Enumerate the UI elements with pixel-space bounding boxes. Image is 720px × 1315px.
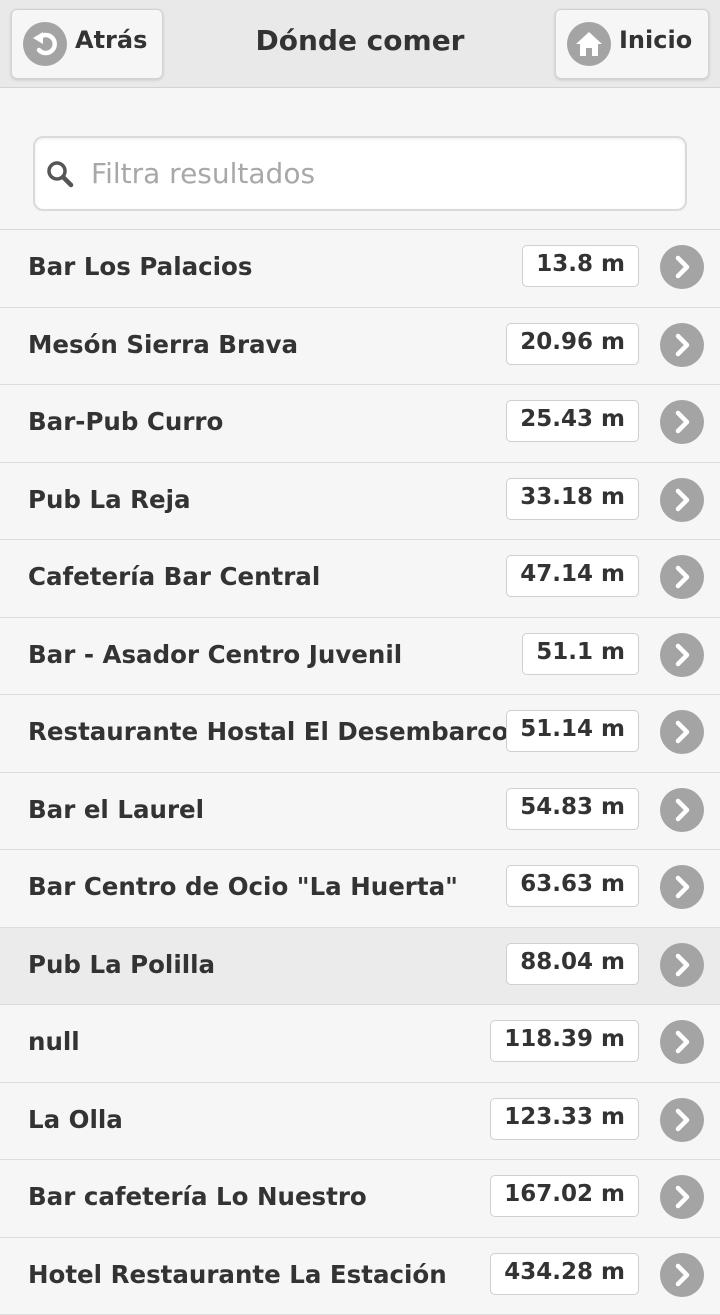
distance-badge: 47.14 m: [506, 555, 639, 597]
chevron-right-icon[interactable]: [660, 788, 704, 832]
restaurant-name: null: [28, 1027, 80, 1056]
list-item[interactable]: Pub La Polilla 88.04 m: [0, 928, 720, 1006]
home-button[interactable]: Inicio: [555, 9, 709, 79]
chevron-right-icon[interactable]: [660, 323, 704, 367]
distance-badge: 20.96 m: [506, 323, 639, 365]
chevron-right-icon[interactable]: [660, 1098, 704, 1142]
restaurant-name: Cafetería Bar Central: [28, 562, 320, 591]
search-field[interactable]: [33, 136, 687, 211]
list-item[interactable]: Hotel Restaurante La Estación 434.28 m: [0, 1238, 720, 1315]
search-icon: [45, 159, 75, 189]
home-button-label: Inicio: [619, 26, 692, 54]
search-section: [0, 88, 720, 229]
restaurant-name: Bar Los Palacios: [28, 252, 252, 281]
distance-badge: 51.14 m: [506, 710, 639, 752]
restaurant-list: Bar Los Palacios 13.8 m Mesón Sierra Brava…: [0, 229, 720, 1315]
restaurant-name: Hotel Restaurante La Estación: [28, 1260, 447, 1289]
list-item[interactable]: Bar - Asador Centro Juvenil 51.1 m: [0, 618, 720, 696]
restaurant-name: La Olla: [28, 1105, 123, 1134]
chevron-right-icon[interactable]: [660, 710, 704, 754]
back-button[interactable]: Atrás: [11, 9, 163, 79]
restaurant-name: Bar cafetería Lo Nuestro: [28, 1182, 367, 1211]
home-icon: [567, 22, 611, 66]
chevron-right-icon[interactable]: [660, 1175, 704, 1219]
chevron-right-icon[interactable]: [660, 400, 704, 444]
restaurant-name: Bar-Pub Curro: [28, 407, 223, 436]
distance-badge: 63.63 m: [506, 865, 639, 907]
restaurant-name: Bar el Laurel: [28, 795, 204, 824]
list-item[interactable]: Cafetería Bar Central 47.14 m: [0, 540, 720, 618]
restaurant-name: Pub La Reja: [28, 485, 191, 514]
chevron-right-icon[interactable]: [660, 633, 704, 677]
chevron-right-icon[interactable]: [660, 245, 704, 289]
distance-badge: 51.1 m: [522, 633, 639, 675]
list-item[interactable]: null 118.39 m: [0, 1005, 720, 1083]
restaurant-name: Bar - Asador Centro Juvenil: [28, 640, 402, 669]
distance-badge: 25.43 m: [506, 400, 639, 442]
back-arrow-icon: [23, 22, 67, 66]
restaurant-name: Pub La Polilla: [28, 950, 215, 979]
distance-badge: 33.18 m: [506, 478, 639, 520]
list-item[interactable]: La Olla 123.33 m: [0, 1083, 720, 1161]
list-item[interactable]: Bar Los Palacios 13.8 m: [0, 230, 720, 308]
list-item[interactable]: Pub La Reja 33.18 m: [0, 463, 720, 541]
chevron-right-icon[interactable]: [660, 1020, 704, 1064]
distance-badge: 13.8 m: [522, 245, 639, 287]
restaurant-name: Bar Centro de Ocio "La Huerta": [28, 872, 458, 901]
header-bar: Atrás Dónde comer Inicio: [0, 0, 720, 88]
restaurant-name: Restaurante Hostal El Desembarco: [28, 717, 509, 746]
chevron-right-icon[interactable]: [660, 555, 704, 599]
list-item[interactable]: Restaurante Hostal El Desembarco51.14 m: [0, 695, 720, 773]
distance-badge: 88.04 m: [506, 943, 639, 985]
distance-badge: 118.39 m: [490, 1020, 639, 1062]
chevron-right-icon[interactable]: [660, 943, 704, 987]
chevron-right-icon[interactable]: [660, 1253, 704, 1297]
back-button-label: Atrás: [75, 26, 147, 54]
restaurant-name: Mesón Sierra Brava: [28, 330, 298, 359]
search-input[interactable]: [91, 157, 651, 190]
chevron-right-icon[interactable]: [660, 865, 704, 909]
list-item[interactable]: Bar-Pub Curro 25.43 m: [0, 385, 720, 463]
distance-badge: 167.02 m: [490, 1175, 639, 1217]
page-title: Dónde comer: [200, 24, 520, 57]
list-item[interactable]: Mesón Sierra Brava 20.96 m: [0, 308, 720, 386]
distance-badge: 123.33 m: [490, 1098, 639, 1140]
distance-badge: 54.83 m: [506, 788, 639, 830]
list-item[interactable]: Bar cafetería Lo Nuestro 167.02 m: [0, 1160, 720, 1238]
distance-badge: 434.28 m: [490, 1253, 639, 1295]
chevron-right-icon[interactable]: [660, 478, 704, 522]
list-item[interactable]: Bar el Laurel 54.83 m: [0, 773, 720, 851]
list-item[interactable]: Bar Centro de Ocio "La Huerta" 63.63 m: [0, 850, 720, 928]
